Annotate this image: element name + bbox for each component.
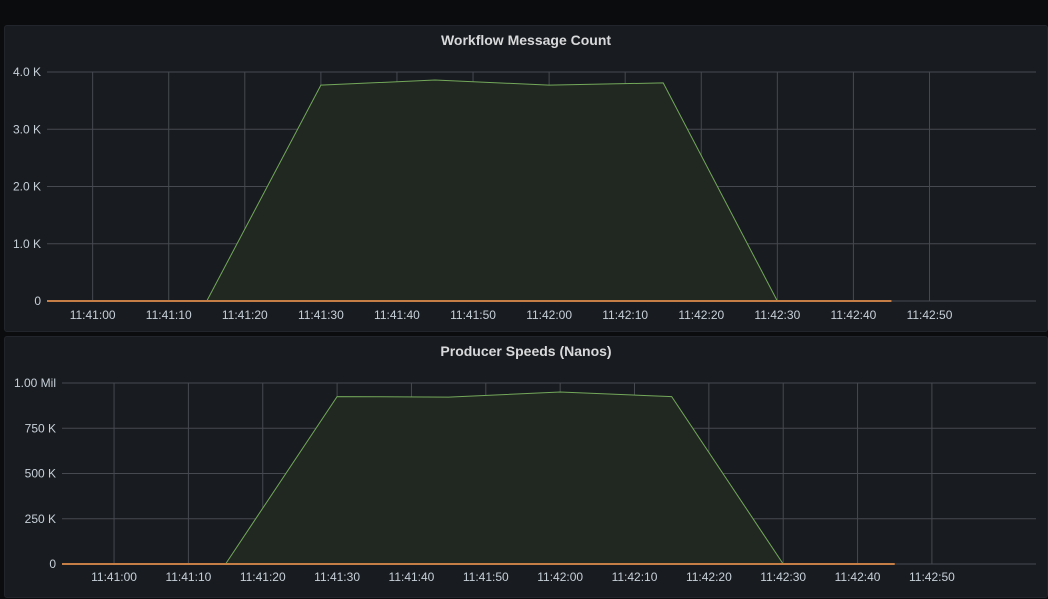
x-tick-label: 11:42:00 [537, 570, 583, 584]
x-tick-label: 11:41:20 [222, 308, 268, 322]
y-tick-label: 250 K [25, 512, 56, 526]
chart-producer-speeds: 0 250 K 500 K 750 K 1.00 Mil 11:41:00 11:41:10… [5, 337, 1048, 599]
panel-producer-speeds[interactable]: Producer Speeds (Nanos) 0250 K500 K750 K… [4, 336, 1048, 598]
x-tick-label: 11:41:10 [165, 570, 211, 584]
y-tick-label: 0 [34, 294, 41, 308]
x-tick-label: 11:42:40 [831, 308, 877, 322]
y-tick-label: 4.0 K [13, 65, 41, 79]
y-tick-label: 3.0 K [13, 122, 41, 136]
x-tick-label: 11:42:40 [835, 570, 881, 584]
y-tick-label: 2.0 K [13, 180, 41, 194]
x-tick-label: 11:41:40 [374, 308, 420, 322]
x-tick-label: 11:42:30 [760, 570, 806, 584]
x-tick-label: 11:41:30 [298, 308, 344, 322]
x-tick-label: 11:42:30 [754, 308, 800, 322]
chart-workflow-message-count: 0 1.0 K 2.0 K 3.0 K 4.0 K 11:41:00 11:41:10 11:… [5, 26, 1048, 333]
x-tick-label: 11:42:10 [612, 570, 658, 584]
x-tick-label: 11:41:50 [450, 308, 496, 322]
x-tick-label: 11:42:50 [907, 308, 953, 322]
y-tick-label: 0 [49, 557, 56, 571]
x-tick-label: 11:42:20 [678, 308, 724, 322]
y-tick-label: 1.00 Mil [14, 376, 56, 390]
x-tick-label: 11:41:40 [389, 570, 435, 584]
series-area-fill [226, 392, 784, 564]
y-tick-label: 1.0 K [13, 237, 41, 251]
y-tick-label: 500 K [25, 467, 56, 481]
x-tick-label: 11:42:50 [909, 570, 955, 584]
x-tick-label: 11:41:00 [91, 570, 137, 584]
x-tick-label: 11:41:30 [314, 570, 360, 584]
y-tick-label: 750 K [25, 421, 56, 435]
series-area-fill [207, 80, 778, 301]
x-tick-label: 11:42:10 [602, 308, 648, 322]
x-tick-label: 11:41:10 [146, 308, 192, 322]
x-tick-label: 11:42:20 [686, 570, 732, 584]
x-tick-label: 11:41:00 [70, 308, 116, 322]
panel-workflow-message-count[interactable]: Workflow Message Count 01.0 K2.0 K3.0 K4… [4, 25, 1048, 332]
x-tick-label: 11:42:00 [526, 308, 572, 322]
x-tick-label: 11:41:20 [240, 570, 286, 584]
x-tick-label: 11:41:50 [463, 570, 509, 584]
